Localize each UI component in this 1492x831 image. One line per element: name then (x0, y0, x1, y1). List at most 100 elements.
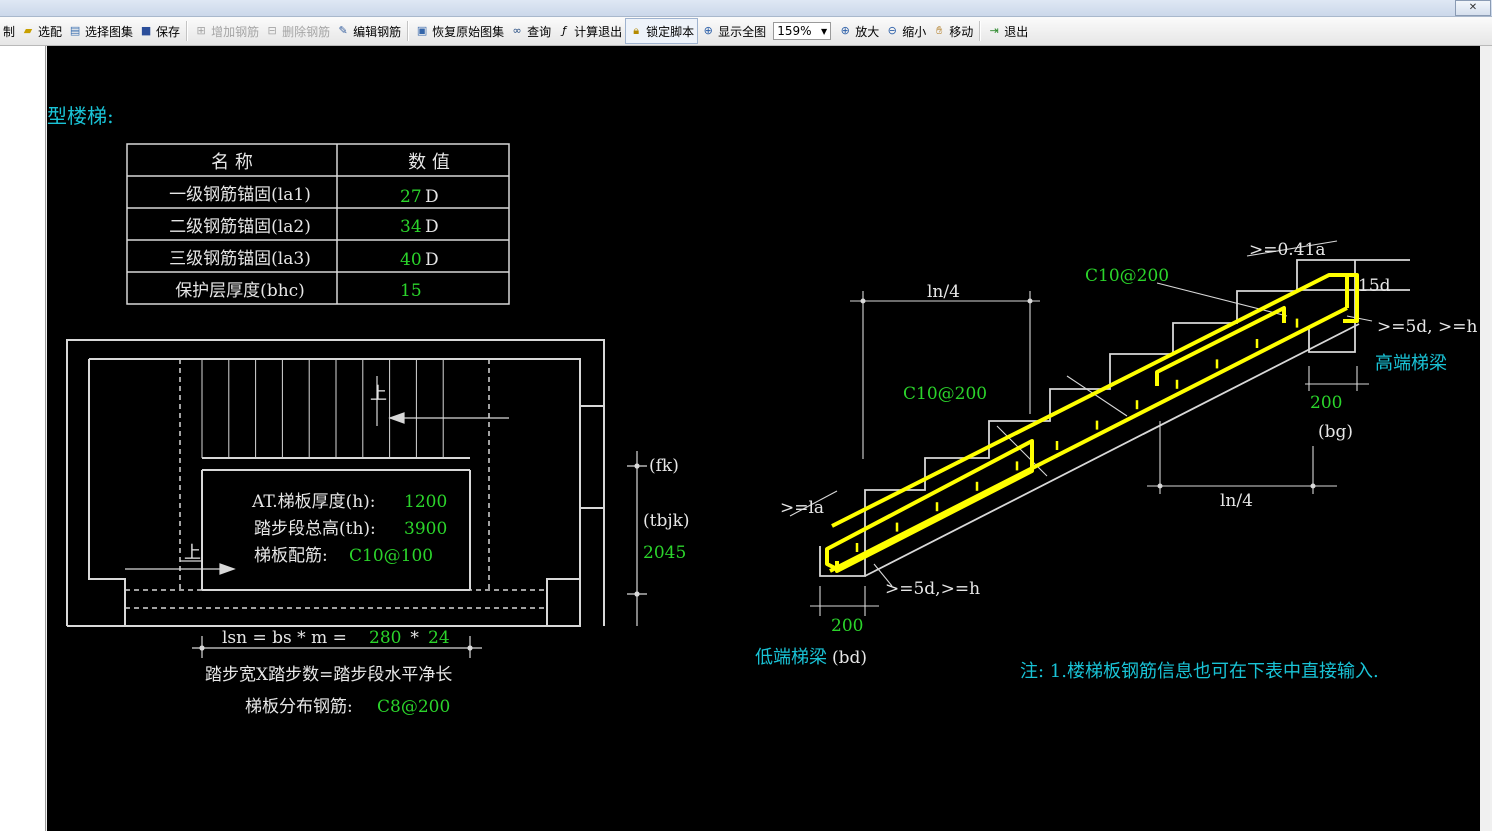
table-row-name: 三级钢筋锚固(la3) (169, 249, 311, 269)
edit-rebar-icon: ✎ (338, 24, 348, 37)
table-row-name: 一级钢筋锚固(la1) (169, 185, 311, 205)
toolbar-item-copy[interactable]: 制 (0, 19, 18, 43)
toolbar-item-atlas[interactable]: ▤ 选择图集 (65, 19, 136, 43)
bd-value[interactable]: 200 (831, 616, 863, 636)
toolbar-separator (186, 21, 189, 41)
fk-label: (fk) (649, 456, 679, 476)
m-value[interactable]: 24 (428, 628, 450, 648)
la-label: >=la (780, 498, 824, 518)
toolbar-item-exit[interactable]: ⇥ 退出 (984, 19, 1031, 43)
toolbar-item-calc-exit[interactable]: ƒ 计算退出 (554, 19, 625, 43)
tbjk-label: (tbjk) (643, 511, 690, 531)
plan-up-top: 上 (370, 384, 387, 404)
close-button[interactable]: ✕ (1455, 0, 1491, 16)
zoom-select[interactable]: 159% ▼ (773, 22, 832, 40)
toolbar-item-lock[interactable]: 🔒︎ 锁定脚本 (625, 18, 699, 44)
bs-value[interactable]: 280 (369, 628, 401, 648)
toolbar-label: 恢复原始图集 (432, 24, 505, 39)
table-row-value[interactable]: 15 (400, 281, 422, 301)
toolbar: 制 ▰ 选配 ▤ 选择图集 ■ 保存 ⊞ 增加钢筋 ⊟ 删除钢筋 ✎ 编辑钢筋 ▣ 恢复原始图… (0, 17, 1492, 46)
toolbar-label: 删除钢筋 (282, 24, 331, 39)
distribution-label: 梯板分布钢筋: (245, 697, 353, 717)
toolbar-label: 查询 (527, 24, 552, 39)
toolbar-label: 移动 (949, 24, 974, 39)
lock-icon: 🔒︎ (633, 24, 640, 37)
right-scroll-area[interactable] (1481, 46, 1492, 831)
toolbar-label: 保存 (156, 24, 181, 39)
thickness-value[interactable]: 1200 (404, 492, 447, 512)
title-bar: ✕ (0, 0, 1492, 17)
toolbar-separator (979, 21, 982, 41)
chevron-down-icon: ▼ (821, 26, 828, 36)
fx-icon: ƒ (562, 24, 567, 37)
zoom-in-icon: ⊕ (840, 24, 850, 37)
rebar-value[interactable]: C10@100 (349, 546, 433, 566)
anchor-top-label: >=0.41a (1249, 240, 1325, 260)
high-beam-label: 高端梯梁 (1375, 353, 1447, 374)
table-row-value[interactable]: 27 (400, 187, 422, 207)
zoom-extents-icon: ⊕ (703, 24, 713, 37)
toolbar-label: 选配 (38, 24, 63, 39)
select-icon: ▰ (23, 24, 33, 37)
toolbar-item-add-rebar[interactable]: ⊞ 增加钢筋 (191, 19, 262, 43)
tbjk-value[interactable]: 2045 (643, 543, 686, 563)
toolbar-label: 选择图集 (85, 24, 134, 39)
toolbar-item-delete-rebar[interactable]: ⊟ 删除钢筋 (262, 19, 333, 43)
zoom-value: 159% (777, 24, 812, 38)
bg-label: (bg) (1318, 422, 1353, 442)
rebar-label: 梯板配筋: (254, 546, 328, 566)
toolbar-item-zoom-extents[interactable]: ⊕ 显示全图 (698, 19, 769, 43)
toolbar-item-move[interactable]: ✋︎ 移动 (929, 19, 976, 43)
height-label: 踏步段总高(th): (254, 519, 376, 539)
section-note: 注: 1.楼梯板钢筋信息也可在下表中直接输入. (1020, 661, 1379, 682)
toolbar-label: 缩小 (902, 24, 927, 39)
toolbar-label: 编辑钢筋 (353, 24, 402, 39)
toolbar-label: 放大 (855, 24, 880, 39)
low-beam-label: 低端梯梁 (755, 647, 827, 668)
table-header-value: 数 值 (408, 152, 450, 173)
drawing-canvas[interactable]: 型楼梯: 名 称 数 值 一级钢筋锚固(la1) 27 D 二级钢筋锚固(la2… (47, 46, 1480, 831)
toolbar-label: 显示全图 (718, 24, 767, 39)
top-rebar-label[interactable]: C10@200 (1085, 266, 1169, 286)
ln4-top-label: ln/4 (927, 282, 960, 302)
stair-section-outline (819, 259, 1410, 577)
exit-icon: ⇥ (989, 24, 999, 37)
toolbar-label: 计算退出 (574, 24, 623, 39)
toolbar-item-query[interactable]: ∞ 查询 (507, 19, 554, 43)
toolbar-item-restore[interactable]: ▣ 恢复原始图集 (412, 19, 507, 43)
plan-arrows (125, 376, 509, 575)
ln4-bottom-label: ln/4 (1220, 491, 1253, 511)
left-panel (0, 46, 46, 831)
toolbar-item-edit-rebar[interactable]: ✎ 编辑钢筋 (333, 19, 404, 43)
formula-note: 踏步宽X踏步数=踏步段水平净长 (205, 665, 452, 685)
bg-value[interactable]: 200 (1310, 393, 1342, 413)
restore-icon: ▣ (416, 24, 428, 37)
zoom-out-icon: ⊖ (887, 24, 897, 37)
drawing-title: 型楼梯: (47, 104, 114, 128)
table-row-unit: D (425, 217, 439, 237)
table-row-name: 保护层厚度(bhc) (175, 281, 305, 301)
table-row-value[interactable]: 40 (400, 250, 422, 270)
distribution-value[interactable]: C8@200 (377, 697, 450, 717)
mid-rebar-label[interactable]: C10@200 (903, 384, 987, 404)
plan-up-left: 上 (184, 543, 201, 563)
stair-treads (201, 359, 444, 458)
bottom-lap-label: >=5d,>=h (885, 579, 980, 599)
atlas-icon: ▤ (69, 24, 81, 37)
top-lap-label: >=5d, >=h (1377, 317, 1477, 337)
toolbar-item-save[interactable]: ■ 保存 (136, 19, 183, 43)
lsn-label: lsn = bs * m = (222, 628, 347, 648)
toolbar-item-zoom-in[interactable]: ⊕ 放大 (835, 19, 882, 43)
delete-rebar-icon: ⊟ (267, 24, 277, 37)
bd-label: (bd) (832, 648, 867, 668)
rebar-ticks (855, 318, 1299, 552)
thickness-label: AT.梯板厚度(h): (251, 492, 376, 512)
binoculars-icon: ∞ (512, 24, 522, 37)
times-symbol: * (405, 628, 424, 648)
table-row-value[interactable]: 34 (400, 217, 422, 237)
toolbar-item-select[interactable]: ▰ 选配 (18, 19, 65, 43)
rebar-yellow (825, 273, 1359, 573)
toolbar-item-zoom-out[interactable]: ⊖ 缩小 (882, 19, 929, 43)
table-header-name: 名 称 (211, 152, 253, 173)
height-value[interactable]: 3900 (404, 519, 447, 539)
